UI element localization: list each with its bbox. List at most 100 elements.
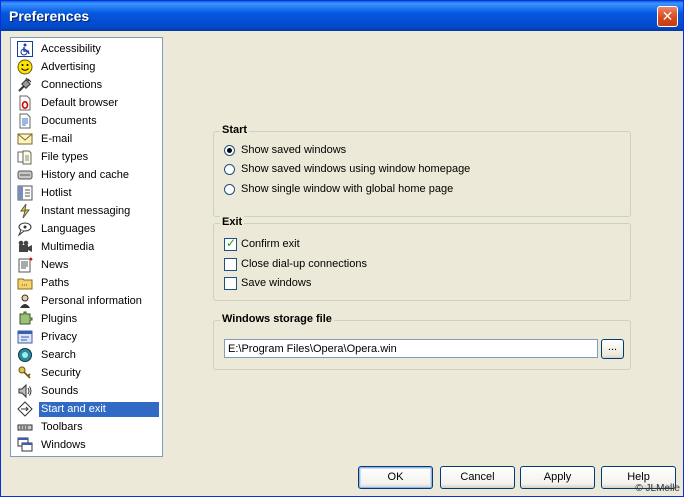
messaging-icon [20, 203, 30, 219]
storage-group: Windows storage file ... [213, 313, 631, 370]
sidebar-item-default-browser[interactable]: Default browser [14, 94, 161, 112]
radio-indicator[interactable] [224, 164, 235, 175]
checkbox-label: Save windows [241, 277, 312, 289]
history-icon [17, 170, 33, 180]
sidebar-item-label: Toolbars [41, 421, 83, 433]
languages-icon [17, 222, 32, 237]
sidebar-item-label: History and cache [41, 169, 130, 181]
sidebar-item-toolbars[interactable]: Toolbars [14, 418, 161, 436]
sidebar-item-label: Instant messaging [41, 205, 131, 217]
checkmark-icon: ✓ [226, 236, 237, 250]
exit-group: Exit ✓ Confirm exit Close dial-up connec… [213, 216, 631, 301]
title-bar[interactable]: Preferences ✕ [1, 1, 683, 31]
window-title: Preferences [9, 8, 90, 24]
checkbox-box[interactable]: ✓ [224, 236, 237, 251]
wheelchair-icon [17, 41, 33, 57]
close-icon: ✕ [661, 8, 674, 24]
radio-label: Show single window with global home page [241, 183, 454, 195]
storage-file-input[interactable] [224, 339, 598, 358]
close-button[interactable]: ✕ [657, 6, 678, 27]
sidebar-item-label: Connections [41, 79, 103, 91]
opera-doc-icon [19, 95, 31, 111]
sidebar-item-label: Windows [41, 439, 86, 451]
sidebar-item-privacy[interactable]: Privacy [14, 328, 161, 346]
cancel-button[interactable]: Cancel [440, 466, 515, 489]
sidebar-item-multimedia[interactable]: Multimedia [14, 238, 161, 256]
sidebar-item-history-and-cache[interactable]: History and cache [14, 166, 161, 184]
apply-button[interactable]: Apply [520, 466, 595, 489]
start-group: Start Show saved windows Show saved wind… [213, 124, 631, 217]
sidebar-item-label: Hotlist [41, 187, 72, 199]
sidebar-item-start-and-exit[interactable]: Start and exit [14, 400, 161, 418]
preferences-window: Preferences ✕ Accessibility Advertising … [0, 0, 684, 497]
sidebar-item-label: Search [41, 349, 76, 361]
start-exit-icon [17, 401, 33, 417]
sidebar-item-label: Accessibility [41, 43, 101, 55]
category-list[interactable]: Accessibility Advertising Connections De… [10, 37, 163, 457]
plugin-icon [19, 311, 33, 325]
radio-label: Show saved windows using window homepage [241, 163, 471, 175]
search-icon [18, 348, 32, 362]
sidebar-item-windows[interactable]: Windows [14, 436, 161, 454]
sidebar-item-label: Sounds [41, 385, 79, 397]
storage-group-legend: Windows storage file [220, 313, 334, 325]
sidebar-item-label: News [41, 259, 69, 271]
envelope-icon [17, 133, 33, 145]
smiley-icon [17, 59, 33, 75]
start-group-legend: Start [220, 124, 250, 136]
sidebar-item-label: Documents [41, 115, 97, 127]
checkbox-box[interactable] [224, 258, 237, 271]
sidebar-item-label: Multimedia [41, 241, 95, 253]
hotlist-icon [17, 185, 33, 201]
sidebar-item-label: Security [41, 367, 81, 379]
sidebar-item-news[interactable]: News [14, 256, 161, 274]
sidebar-item-file-types[interactable]: File types [14, 148, 161, 166]
sidebar-item-advertising[interactable]: Advertising [14, 58, 161, 76]
sidebar-item-instant-messaging[interactable]: Instant messaging [14, 202, 161, 220]
sidebar-item-security[interactable]: Security [14, 364, 161, 382]
radio-indicator[interactable] [224, 184, 235, 195]
dialog-client-area: Accessibility Advertising Connections De… [4, 31, 680, 494]
sidebar-item-label: File types [41, 151, 89, 163]
copyright-text: © JLMelle [635, 483, 680, 494]
sidebar-item-paths[interactable]: Paths [14, 274, 161, 292]
sidebar-item-search[interactable]: Search [14, 346, 161, 364]
keys-icon [18, 366, 31, 379]
browse-button[interactable]: ... [601, 339, 624, 359]
ok-button[interactable]: OK [358, 466, 433, 489]
checkbox-box[interactable] [224, 277, 237, 290]
sidebar-item-personal-information[interactable]: Personal information [14, 292, 161, 310]
toolbar-icon [17, 424, 33, 431]
sidebar-item-label: E-mail [41, 133, 73, 145]
radio-label: Show saved windows [241, 144, 347, 156]
plug-icon [18, 77, 32, 92]
sidebar-item-label: Paths [41, 277, 70, 289]
speaker-icon [18, 383, 32, 399]
sidebar-item-label: Default browser [41, 97, 119, 109]
folder-icon [17, 278, 33, 290]
sidebar-item-e-mail[interactable]: E-mail [14, 130, 161, 148]
sidebar-item-connections[interactable]: Connections [14, 76, 161, 94]
sidebar-item-plugins[interactable]: Plugins [14, 310, 161, 328]
person-icon [20, 294, 30, 308]
sidebar-item-label: Languages [41, 223, 96, 235]
news-icon [18, 257, 33, 273]
sidebar-item-sounds[interactable]: Sounds [14, 382, 161, 400]
sidebar-item-languages[interactable]: Languages [14, 220, 161, 238]
sidebar-item-label: Privacy [41, 331, 78, 343]
sidebar-item-hotlist[interactable]: Hotlist [14, 184, 161, 202]
windows-icon [17, 437, 33, 452]
document-icon [19, 113, 31, 129]
exit-group-legend: Exit [220, 216, 245, 228]
privacy-icon [17, 330, 33, 344]
checkbox-label: Close dial-up connections [241, 258, 367, 270]
radio-indicator[interactable] [224, 145, 235, 156]
sidebar-item-label: Plugins [41, 313, 78, 325]
file-types-icon [17, 150, 32, 165]
sidebar-item-documents[interactable]: Documents [14, 112, 161, 130]
multimedia-icon [18, 240, 32, 252]
sidebar-item-label: Advertising [41, 61, 96, 73]
checkbox-label: Confirm exit [241, 238, 300, 250]
sidebar-item-label: Start and exit [39, 402, 159, 417]
sidebar-item-accessibility[interactable]: Accessibility [14, 40, 161, 58]
